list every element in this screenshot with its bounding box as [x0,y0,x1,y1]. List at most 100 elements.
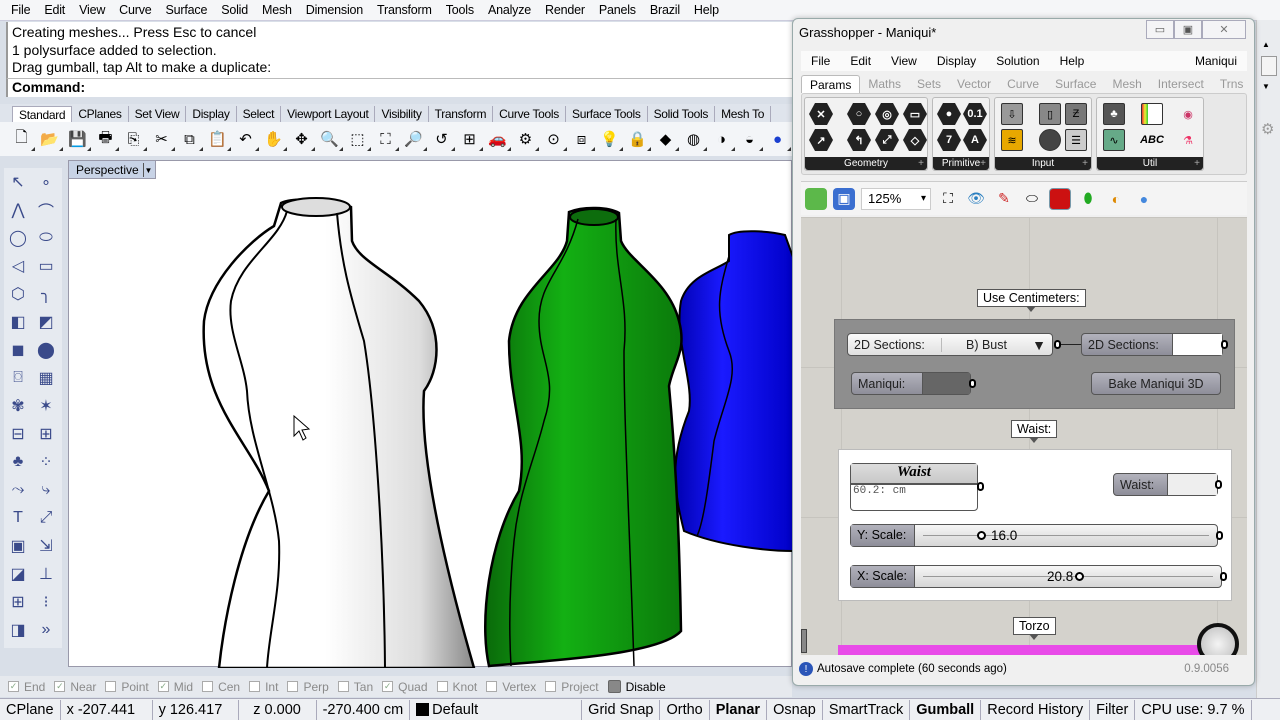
gh-tab-vector[interactable]: Vector [949,75,999,93]
layer-icon[interactable]: ⧈ [570,128,595,151]
checkbox[interactable] [607,680,621,693]
more-icon[interactable]: » [32,616,60,644]
display-sphere-icon[interactable]: ● [1133,188,1155,210]
dropdown-triangle-icon[interactable]: ▼ [1032,337,1046,353]
text-param-icon[interactable]: A [963,129,987,151]
osnap-end[interactable]: ✓ End [8,680,45,694]
geometry-icon[interactable]: ✕ [809,103,833,125]
preview-eye-icon[interactable]: 👁 [965,188,987,210]
color-swatch-icon[interactable]: ◉ [1177,103,1199,125]
zoom-extents-icon[interactable]: ⛶ [937,188,959,210]
toggle-record-history[interactable]: Record History [981,699,1091,720]
toolbar-tab-select[interactable]: Select [237,106,282,122]
toolbar-tab-curve-tools[interactable]: Curve Tools [493,106,566,122]
value-list-sections[interactable]: 2D Sections: B) Bust ▼ [847,333,1053,356]
render-material-icon[interactable]: ◆ [654,128,679,151]
gh-menu-file[interactable]: File [801,54,840,68]
navigation-widget[interactable] [1197,623,1239,655]
vector-param-icon[interactable]: ↗ [809,129,833,151]
toolbar-tab-cplanes[interactable]: CPlanes [72,106,129,122]
menu-panels[interactable]: Panels [592,3,643,17]
perspective-viewport[interactable] [68,160,794,670]
rendered-sphere-icon[interactable]: ◒ [738,128,763,151]
menu-solid[interactable]: Solid [214,3,255,17]
gh-tab-params[interactable]: Params [801,75,861,93]
rectangle-icon[interactable]: ▭ [32,252,60,280]
lock-icon[interactable]: 🔒 [626,128,651,151]
osnap-tan[interactable]: Tan [337,680,373,694]
zoom-window-icon[interactable]: ⬚ [346,128,371,151]
gh-menu-edit[interactable]: Edit [840,54,881,68]
output-pin[interactable] [1054,340,1061,349]
cylinder-icon[interactable]: ⌼ [4,364,32,392]
minimize-button[interactable]: ▭ [1146,20,1174,39]
blue-sphere-icon[interactable]: ● [766,128,791,151]
wireframe-preview-icon[interactable]: ⬭ [1021,188,1043,210]
toolbar-tab-transform[interactable]: Transform [429,106,494,122]
slider-knob[interactable] [1075,572,1084,581]
box-param-icon[interactable]: ◇ [903,129,927,151]
osnap-vertex[interactable]: Vertex [486,680,536,694]
osnap-point[interactable]: Point [105,680,149,694]
param-waist[interactable]: Waist: [1113,473,1218,496]
toggle-smarttrack[interactable]: SmartTrack [823,699,911,720]
group-icon[interactable]: ♣ [4,448,32,476]
command-scrollbar[interactable]: ▲ ▼ ⚙ [1256,20,1280,698]
rotate-view-icon[interactable]: ✥ [290,128,315,151]
panel-waist[interactable]: Waist 60.2: cm [850,463,978,511]
box-icon[interactable]: ◼ [4,336,32,364]
gh-menu-solution[interactable]: Solution [986,54,1049,68]
scribble-icon[interactable]: ABC [1140,129,1164,151]
toolbar-tab-surface-tools[interactable]: Surface Tools [566,106,648,122]
split-icon[interactable]: ⊞ [32,420,60,448]
gh-tab-trns[interactable]: Trns [1212,75,1252,93]
checkbox[interactable] [436,681,448,692]
viewport-tab-perspective[interactable]: Perspective ▼ [68,160,156,179]
trim-icon[interactable]: ⊟ [4,420,32,448]
curve-control-points-icon[interactable]: ⌒ [32,196,60,224]
menu-file[interactable]: File [4,3,37,17]
menu-render[interactable]: Render [538,3,592,17]
array-icon[interactable]: ▣ [4,532,32,560]
checkbox[interactable]: ✓ [8,681,19,692]
checkbox[interactable] [105,681,117,692]
mesh-surface-icon[interactable]: ▦ [32,364,60,392]
button-input-icon[interactable] [1039,129,1061,151]
document-name[interactable]: Maniqui [1185,54,1247,68]
slider-y-scale[interactable]: Y: Scale: 16.0 [850,524,1218,547]
polygon-icon[interactable]: ⬡ [4,280,32,308]
select-arrow-icon[interactable]: ↖ [4,168,32,196]
checkbox[interactable] [337,681,349,692]
circle-icon[interactable]: ◯ [4,224,32,252]
copy-icon[interactable]: ⧉ [178,128,203,151]
checkbox[interactable]: ✓ [382,681,394,692]
surface-param-icon[interactable]: ▭ [903,103,927,125]
zoom-dropdown[interactable]: 125% [861,187,931,210]
toggle-input-icon[interactable]: ▯ [1039,103,1061,125]
menu-help[interactable]: Help [687,3,726,17]
cut-icon[interactable]: ✂ [150,128,175,151]
toolbar-tab-solid-tools[interactable]: Solid Tools [648,106,716,122]
gh-menu-display[interactable]: Display [927,54,986,68]
text-icon[interactable]: T [4,504,32,532]
save-icon[interactable]: 💾 [66,128,91,151]
integer-param-icon[interactable]: 7 [937,129,961,151]
menu-curve[interactable]: Curve [112,3,158,17]
toggle-filter[interactable]: Filter [1090,699,1136,720]
gradient-input-icon[interactable]: Ƶ [1065,103,1087,125]
polyline-icon[interactable]: ⋀ [4,196,32,224]
osnap-perp[interactable]: Perp [287,680,329,694]
toolbar-tab-standard[interactable]: Standard [12,106,73,122]
boolean-param-icon[interactable]: ● [937,103,961,125]
ellipse-icon[interactable]: ⬭ [32,224,60,252]
point-icon[interactable]: ⊙ [542,128,567,151]
scroll-down-icon[interactable]: ▼ [1262,82,1270,91]
osnap-quad[interactable]: ✓ Quad [382,680,428,694]
osnap-cen[interactable]: Cen [202,680,240,694]
output-pin[interactable] [1221,340,1228,349]
open-folder-icon[interactable]: 📂 [38,128,63,151]
gh-tab-sets[interactable]: Sets [909,75,949,93]
solid-cap-icon[interactable]: ◪ [4,560,32,588]
light-icon[interactable]: 💡 [598,128,623,151]
arc-param-icon[interactable]: ↰ [847,129,871,151]
